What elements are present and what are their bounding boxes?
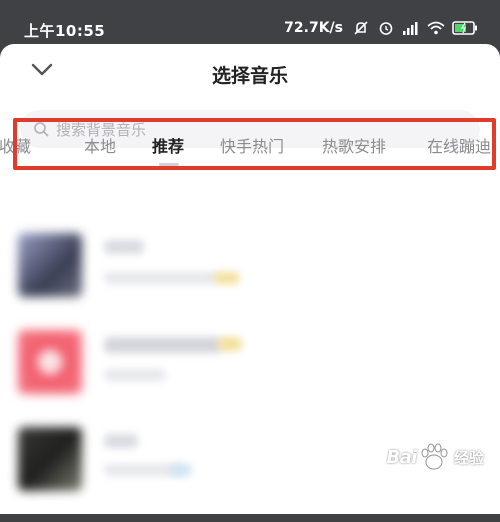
battery-icon: [452, 21, 477, 35]
album-cover: [18, 330, 82, 394]
list-item[interactable]: [0, 325, 500, 425]
page-title: 选择音乐: [211, 65, 288, 87]
album-cover: [18, 427, 82, 491]
song-tag: [218, 337, 242, 351]
signal-icon: [403, 22, 418, 35]
status-icons: 72.7K/s: [284, 20, 478, 36]
song-tag: [214, 272, 240, 284]
alarm-icon: [379, 22, 393, 35]
baidu-jingyan-watermark: Bai 经验: [386, 440, 484, 474]
song-meta: [104, 369, 166, 381]
highlight-box: [13, 118, 496, 170]
mute-icon: [354, 21, 368, 35]
watermark-logo-text: Bai: [386, 446, 417, 468]
network-speed: 72.7K/s: [284, 20, 343, 36]
watermark-suffix: 经验: [453, 448, 484, 467]
song-title: [104, 240, 144, 254]
paw-icon: [421, 443, 448, 470]
song-title: [104, 337, 222, 353]
song-tag: [170, 464, 192, 476]
song-title: [104, 434, 138, 448]
wifi-icon: [427, 21, 445, 35]
status-time: 上午10:55: [24, 22, 106, 40]
list-item[interactable]: [0, 228, 500, 328]
album-cover: [18, 233, 82, 297]
status-bar: 上午10:55 72.7K/s: [0, 0, 500, 44]
song-meta: [104, 272, 219, 284]
